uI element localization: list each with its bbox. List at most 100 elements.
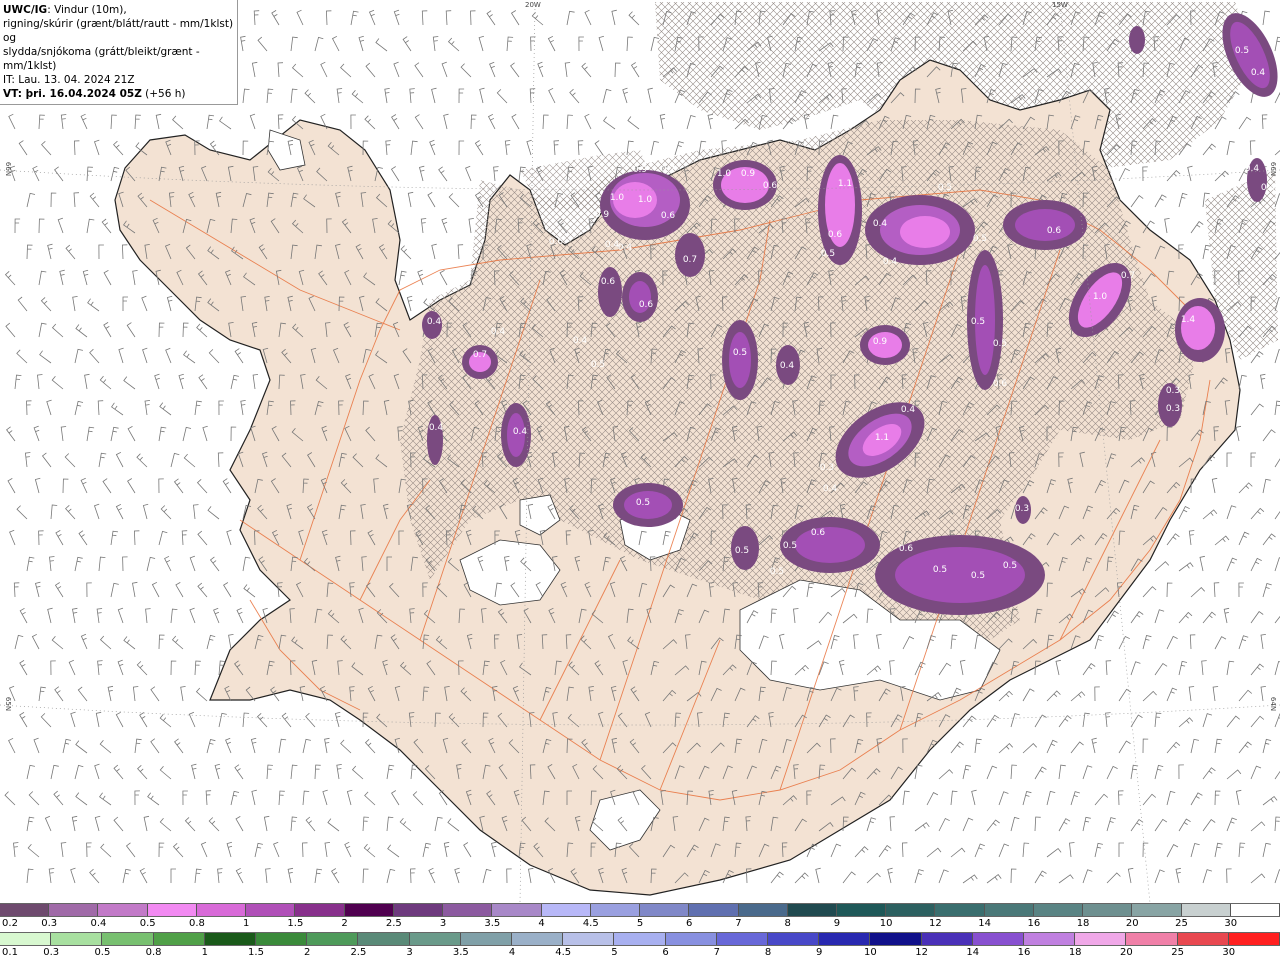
legend-label: 9 — [816, 947, 823, 958]
precip-value: 0.5 — [770, 567, 784, 577]
precip-value: 0.4 — [823, 484, 838, 494]
legend-label: 7 — [735, 918, 742, 929]
legend-label: 5 — [611, 947, 618, 958]
valid-time: VT: þri. 16.04.2024 05Z — [3, 88, 142, 100]
precip-value: 0.7 — [1121, 271, 1135, 281]
legend-label: 0.5 — [139, 918, 156, 929]
legend-label: 0.5 — [94, 947, 111, 958]
snow-legend-labels: 0.2 0.3 0.4 0.5 0.8 1 1.5 2 2.5 3 3.5 4 4.5 5 6 7 8 9 10 12… — [0, 917, 1280, 931]
legend-swatch — [870, 933, 922, 945]
model-name: UWC/IG — [3, 4, 48, 16]
legend-swatch — [492, 904, 542, 916]
precip-value: 0.7 — [661, 165, 675, 175]
rain-legend-labels: 0.1 0.3 0.5 0.8 1 1.5 2 2.5 3 3.5 4 4.5 5 6 7 8 9 10 12 14 1… — [0, 946, 1280, 960]
legend-label: 5 — [636, 918, 644, 929]
legend-swatch — [590, 904, 641, 916]
precip-value: 0.5 — [733, 348, 747, 358]
legend-swatch — [689, 904, 739, 916]
legend-label: 0.2 — [2, 918, 18, 929]
title-line: UWC/IG: Vindur (10m), — [3, 3, 235, 17]
precip-value: 0.3 — [1166, 404, 1180, 414]
legend-swatch — [256, 933, 308, 945]
legend-label: 1.5 — [287, 918, 304, 929]
precip-value: 0.6 — [661, 211, 676, 221]
legend-swatch — [196, 904, 247, 916]
rain-legend: 0.1 0.3 0.5 0.8 1 1.5 2 2.5 3 3.5 4 4.5 5 6 7 8 9 10 12 14 1… — [0, 932, 1280, 960]
graticule-label-top-2: 15W — [1052, 1, 1068, 9]
legend-swatch — [393, 904, 444, 916]
legend-swatch — [738, 904, 788, 916]
precip-value: 0.4 — [605, 240, 620, 250]
legend-label: 0.3 — [41, 918, 58, 929]
precip-value: 0.4 — [618, 243, 633, 253]
legend-label: 0.8 — [145, 947, 162, 958]
legend-swatch — [614, 933, 666, 945]
legend-swatch — [984, 904, 1034, 916]
precip-cell — [1003, 200, 1087, 250]
legend-swatch — [51, 933, 103, 945]
precip-value: 0.7 — [683, 255, 697, 265]
precip-value: 0.5 — [821, 249, 835, 259]
precip-value: 0.4 — [427, 317, 442, 327]
precip-value: 1.0 — [1093, 292, 1108, 302]
legend-swatch — [307, 933, 359, 945]
precip-value: 0.5 — [973, 234, 987, 244]
legend-swatch — [460, 933, 513, 945]
precip-value: 0.6 — [763, 181, 778, 191]
legend-swatch — [443, 904, 493, 916]
legend-label: 1 — [242, 918, 250, 929]
graticule-label-right-1: 66N — [1269, 161, 1278, 177]
precip-value: 0.5 — [591, 360, 605, 370]
legend-swatch — [921, 933, 973, 945]
legend-label: 3.5 — [452, 947, 469, 958]
precip-value: 0.5 — [933, 565, 947, 575]
legend-label: 20 — [1120, 947, 1133, 958]
legend-swatch — [98, 904, 148, 916]
legend-swatch — [1230, 904, 1280, 916]
legend-swatch — [1181, 904, 1231, 916]
precip-value: 0.6 — [811, 528, 826, 538]
legend-label: 2.5 — [350, 947, 367, 958]
precip-cell — [865, 195, 975, 265]
precip-value: 0.6 — [899, 544, 914, 554]
precip-value: 0.9 — [741, 169, 756, 179]
legend-label: 3.5 — [484, 918, 501, 929]
legend-swatch — [886, 904, 936, 916]
legend-label: 2.5 — [385, 918, 402, 929]
precip-value: 0.5 — [783, 541, 797, 551]
legend-label: 2 — [304, 947, 311, 958]
precip-value: 0.5 — [636, 498, 650, 508]
legend-swatch — [640, 904, 690, 916]
precip-value: 0.3 — [1166, 386, 1180, 396]
precip-value: 0.4 — [491, 327, 506, 337]
legend-swatch — [836, 904, 887, 916]
legend-label: 25 — [1175, 918, 1188, 929]
legend-swatch — [204, 933, 257, 945]
graticule-label-right-2: 64N — [1269, 696, 1278, 712]
legend-label: 0.8 — [188, 918, 205, 929]
legend-swatch — [665, 933, 717, 945]
subtitle-snow: slydda/snjókoma (grátt/bleikt/grænt - mm… — [3, 46, 200, 72]
map-info-box: UWC/IG: Vindur (10m), rigning/skúrir (gr… — [0, 0, 238, 105]
precip-value: 0.4 — [513, 427, 528, 437]
precip-cell — [622, 272, 658, 322]
precip-value: 0.5 — [993, 339, 1007, 349]
legend-swatch — [935, 904, 985, 916]
precip-value: 0.4 — [1251, 68, 1266, 78]
legend-label: 7 — [713, 947, 720, 958]
legend-swatch — [147, 904, 197, 916]
precip-value: 0.3 — [820, 463, 834, 473]
legend-swatch — [512, 933, 564, 945]
legend-label: 6 — [662, 947, 669, 958]
legend-swatch — [716, 933, 769, 945]
precip-value: 0.6 — [601, 277, 616, 287]
precip-value: 0.4 — [873, 219, 888, 229]
graticule-label-left-2: 65N — [4, 696, 13, 712]
precip-cell — [600, 170, 690, 240]
legend-swatch — [0, 904, 50, 916]
legend-label: 8 — [764, 947, 772, 958]
legend-label: 3 — [406, 947, 413, 958]
initial-time: IT: Lau. 13. 04. 2024 21Z — [3, 74, 135, 86]
legend-label: 3 — [439, 918, 447, 929]
legend-label: 8 — [784, 918, 791, 929]
